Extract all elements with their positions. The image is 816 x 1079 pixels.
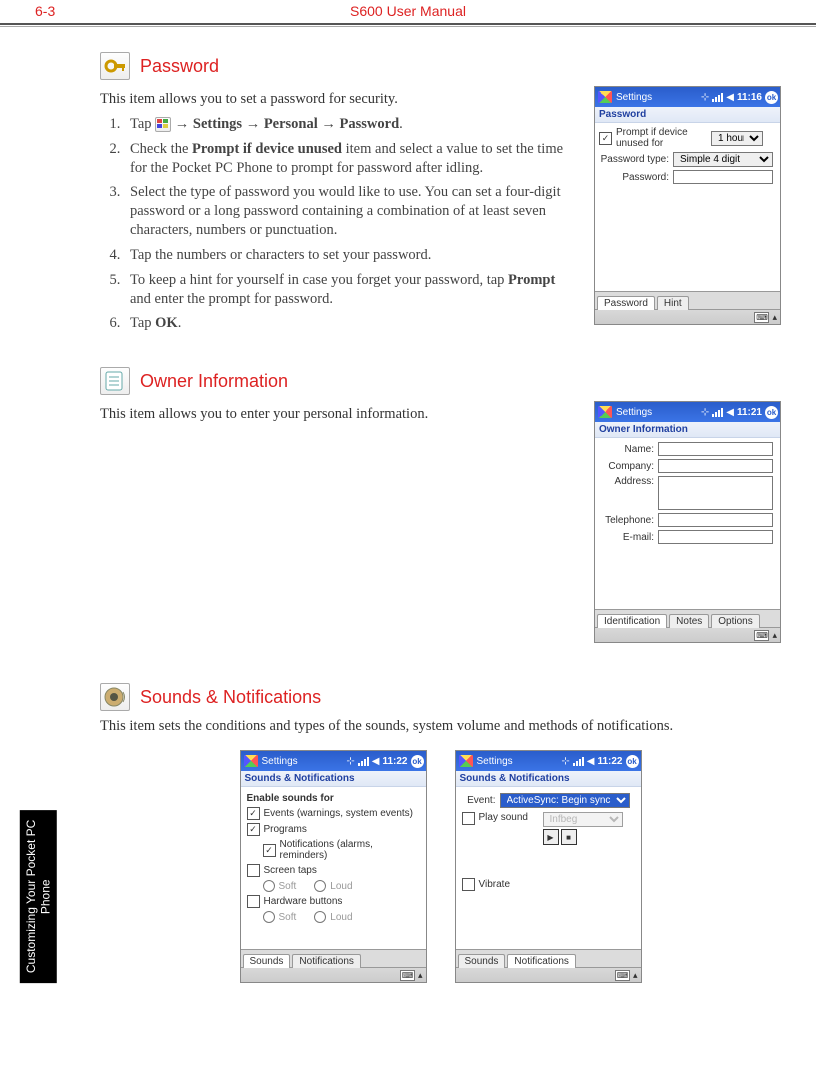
- password-tabs: Password Hint: [595, 291, 780, 309]
- ok-button[interactable]: ok: [626, 755, 639, 768]
- step-5: To keep a hint for yourself in case you …: [124, 271, 576, 309]
- antenna-icon: ⊹: [701, 92, 709, 103]
- page-header: 6-3 S600 User Manual: [0, 0, 816, 25]
- prompt-unused-checkbox[interactable]: ✓: [599, 132, 612, 145]
- event-select[interactable]: ActiveSync: Begin sync: [500, 793, 630, 808]
- page-number: 6-3: [35, 3, 55, 19]
- owner-heading-text: Owner Information: [140, 371, 288, 392]
- tab-notes[interactable]: Notes: [669, 614, 709, 628]
- name-input[interactable]: [658, 442, 773, 456]
- step-6: Tap OK.: [124, 314, 576, 333]
- tab-password[interactable]: Password: [597, 296, 655, 310]
- sounds-screenshot-1: Settings ⊹◀11:22ok Sounds & Notification…: [240, 750, 427, 983]
- sounds-intro: This item sets the conditions and types …: [100, 717, 781, 736]
- tab-hint[interactable]: Hint: [657, 296, 689, 310]
- manual-title: S600 User Manual: [12, 3, 804, 19]
- owner-icon: [100, 367, 130, 395]
- speaker-icon: ◀: [372, 756, 380, 767]
- ok-button[interactable]: ok: [411, 755, 424, 768]
- checkbox[interactable]: ✓: [263, 844, 276, 857]
- password-type-select[interactable]: Simple 4 digit: [673, 152, 773, 167]
- sounds-icon: [100, 683, 130, 711]
- up-arrow-icon[interactable]: ▴: [418, 970, 423, 981]
- sounds-heading-text: Sounds & Notifications: [140, 687, 321, 708]
- tab-sounds[interactable]: Sounds: [458, 954, 506, 968]
- radio-soft[interactable]: [263, 880, 275, 892]
- signal-icon: [712, 93, 723, 102]
- owner-screenshot: Settings ⊹ ◀ 11:21 ok Owner Information …: [594, 401, 781, 643]
- step-2: Check the Prompt if device unused item a…: [124, 140, 576, 178]
- ok-button[interactable]: ok: [765, 406, 778, 419]
- speaker-icon: ◀: [726, 92, 734, 103]
- owner-intro: This item allows you to enter your perso…: [100, 405, 576, 424]
- antenna-icon: ⊹: [701, 407, 709, 418]
- keyboard-icon[interactable]: ⌨: [754, 630, 769, 641]
- sounds-screenshot-2: Settings ⊹◀11:22ok Sounds & Notification…: [455, 750, 642, 983]
- vibrate-checkbox[interactable]: [462, 878, 475, 891]
- keyboard-icon[interactable]: ⌨: [615, 970, 630, 981]
- checkbox[interactable]: [247, 864, 260, 877]
- password-intro: This item allows you to set a password f…: [100, 90, 576, 109]
- antenna-icon: ⊹: [346, 756, 354, 767]
- sidebar-tab: Customizing Your Pocket PC Phone: [20, 810, 57, 983]
- email-input[interactable]: [658, 530, 773, 544]
- tab-notifications[interactable]: Notifications: [292, 954, 360, 968]
- tab-sounds[interactable]: Sounds: [243, 954, 291, 968]
- keyboard-icon[interactable]: ⌨: [400, 970, 415, 981]
- password-steps: Tap → Settings → Personal → Password. Ch…: [100, 115, 576, 333]
- password-screenshot: Settings ⊹ ◀ 11:16 ok Password ✓Prompt i…: [594, 86, 781, 325]
- password-heading: Password: [100, 52, 781, 80]
- sound-file-select[interactable]: Infbeg: [543, 812, 623, 827]
- antenna-icon: ⊹: [561, 756, 569, 767]
- company-input[interactable]: [658, 459, 773, 473]
- sounds-heading: Sounds & Notifications: [100, 683, 781, 711]
- owner-tabs: Identification Notes Options: [595, 609, 780, 627]
- stop-button[interactable]: ■: [561, 829, 577, 845]
- radio-loud[interactable]: [314, 880, 326, 892]
- ok-button[interactable]: ok: [765, 91, 778, 104]
- windows-icon: [155, 117, 171, 132]
- checkbox[interactable]: ✓: [247, 807, 260, 820]
- step-3: Select the type of password you would li…: [124, 183, 576, 240]
- play-sound-checkbox[interactable]: [462, 812, 475, 825]
- telephone-input[interactable]: [658, 513, 773, 527]
- radio-soft[interactable]: [263, 911, 275, 923]
- start-icon[interactable]: [459, 755, 473, 767]
- clock: 11:16: [737, 92, 762, 103]
- play-button[interactable]: ▶: [543, 829, 559, 845]
- step-4: Tap the numbers or characters to set you…: [124, 246, 576, 265]
- checkbox[interactable]: [247, 895, 260, 908]
- up-arrow-icon[interactable]: ▴: [772, 312, 777, 323]
- speaker-icon: ◀: [587, 756, 595, 767]
- owner-heading: Owner Information: [100, 367, 781, 395]
- tab-notifications[interactable]: Notifications: [507, 954, 575, 968]
- password-heading-text: Password: [140, 56, 219, 77]
- start-icon[interactable]: [244, 755, 258, 767]
- start-icon[interactable]: [598, 406, 612, 418]
- radio-loud[interactable]: [314, 911, 326, 923]
- signal-icon: [712, 408, 723, 417]
- password-input[interactable]: [673, 170, 773, 184]
- address-input[interactable]: [658, 476, 773, 510]
- tab-identification[interactable]: Identification: [597, 614, 667, 628]
- signal-icon: [358, 757, 369, 766]
- tab-options[interactable]: Options: [711, 614, 759, 628]
- start-icon[interactable]: [598, 91, 612, 103]
- step-1: Tap → Settings → Personal → Password.: [124, 115, 576, 134]
- unused-time-select[interactable]: 1 hour: [711, 131, 763, 146]
- speaker-icon: ◀: [726, 407, 734, 418]
- up-arrow-icon[interactable]: ▴: [633, 970, 638, 981]
- password-icon: [100, 52, 130, 80]
- keyboard-icon[interactable]: ⌨: [754, 312, 769, 323]
- checkbox[interactable]: ✓: [247, 823, 260, 836]
- up-arrow-icon[interactable]: ▴: [772, 630, 777, 641]
- signal-icon: [573, 757, 584, 766]
